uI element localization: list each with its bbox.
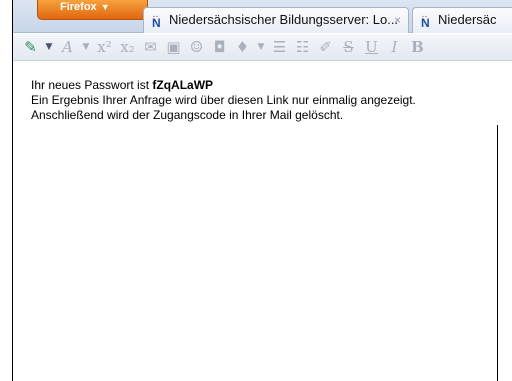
tab-bar: Firefox ▼ .. N Niedersächsischer Bildungsse… bbox=[13, 0, 512, 33]
format-toolbar: ✎ ▼ A ▼ x² x₂ ✉ ▣ ☺ ◘ ♦ ▼ ☰ ☷ ✐ S U I B bbox=[13, 34, 512, 61]
close-icon[interactable]: × bbox=[394, 8, 401, 32]
email-icon[interactable]: ✉ bbox=[139, 37, 162, 57]
frame-line-right bbox=[497, 125, 498, 381]
numbered-list-icon[interactable]: ☷ bbox=[291, 37, 314, 57]
superscript-icon[interactable]: x² bbox=[93, 37, 116, 57]
password-line: Ihr neues Passwort ist fZqALaWP bbox=[31, 78, 501, 93]
chevron-down-icon: ▼ bbox=[100, 2, 110, 12]
nbs-favicon-icon: .. N bbox=[421, 11, 430, 30]
tab-niedersachsen[interactable]: .. N Niedersäc bbox=[412, 7, 512, 33]
italic-icon[interactable]: I bbox=[383, 37, 406, 57]
tag-icon[interactable]: ✎ bbox=[19, 37, 42, 57]
bold-icon[interactable]: B bbox=[406, 37, 429, 57]
info-line: Ein Ergebnis Ihrer Anfrage wird über die… bbox=[31, 93, 416, 107]
password-value: fZqALaWP bbox=[152, 78, 214, 92]
brush-icon[interactable]: ✐ bbox=[314, 37, 337, 57]
chevron-down-icon[interactable]: ▼ bbox=[42, 37, 56, 57]
tab-bildungsserver[interactable]: .. N Niedersächsischer Bildungsserver: Lo.… bbox=[143, 7, 409, 33]
chevron-down-icon[interactable]: ▼ bbox=[254, 37, 268, 57]
embed-icon[interactable]: ◘ bbox=[208, 37, 231, 57]
tab-title: Niedersäc bbox=[438, 12, 497, 27]
nbs-favicon-icon: .. N bbox=[152, 11, 161, 30]
message-body: Ihr neues Passwort ist fZqALaWP Ein Erge… bbox=[31, 78, 501, 123]
tab-title: Niedersächsischer Bildungsserver: Lo... bbox=[169, 12, 399, 27]
firefox-menu-label: Firefox bbox=[60, 1, 97, 13]
smiley-icon[interactable]: ☺ bbox=[185, 37, 208, 57]
font-style-icon[interactable]: A bbox=[56, 37, 79, 57]
password-prefix: Ihr neues Passwort ist bbox=[31, 78, 153, 92]
underline-icon[interactable]: U bbox=[360, 37, 383, 57]
firefox-menu-button[interactable]: Firefox ▼ bbox=[37, 0, 148, 20]
subscript-icon[interactable]: x₂ bbox=[116, 37, 139, 57]
image-icon[interactable]: ▣ bbox=[162, 37, 185, 57]
strikethrough-icon[interactable]: S bbox=[337, 37, 360, 57]
paint-icon[interactable]: ♦ bbox=[231, 37, 254, 57]
info-line: Anschließend wird der Zugangscode in Ihr… bbox=[31, 108, 344, 122]
chevron-down-icon[interactable]: ▼ bbox=[79, 37, 93, 57]
bullet-list-icon[interactable]: ☰ bbox=[268, 37, 291, 57]
